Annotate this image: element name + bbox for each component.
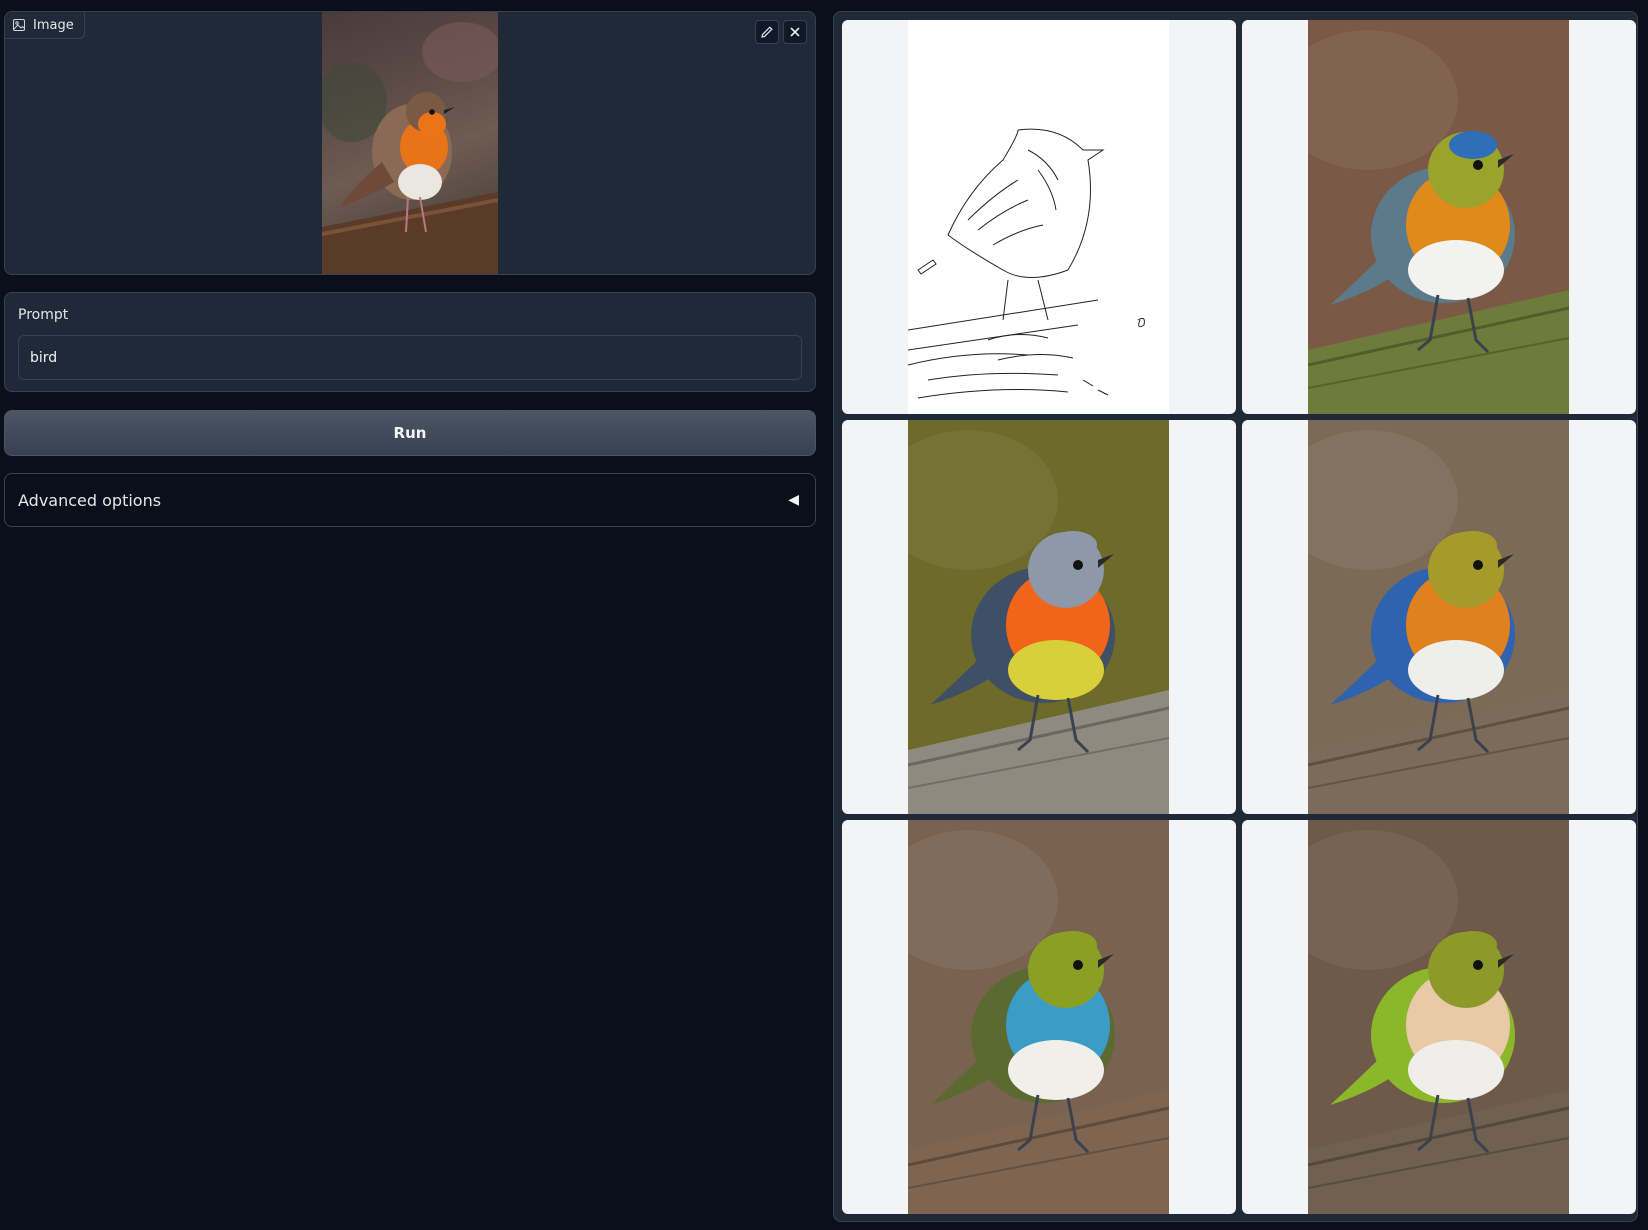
collapse-arrow-icon: ◀ [788, 492, 799, 508]
gallery-generated-image[interactable] [1242, 420, 1636, 814]
output-gallery [833, 11, 1638, 1222]
prompt-block: Prompt [4, 292, 816, 392]
gallery-generated-image[interactable] [1242, 820, 1636, 1214]
gallery-generated-image[interactable] [842, 820, 1236, 1214]
pencil-icon [761, 26, 773, 38]
gallery-generated-image[interactable] [1242, 20, 1636, 414]
gallery-generated-image[interactable] [842, 420, 1236, 814]
advanced-options-accordion[interactable]: Advanced options ◀ [4, 473, 816, 527]
run-button[interactable]: Run [4, 410, 816, 456]
input-photo-robin [322, 12, 498, 274]
close-icon [790, 27, 800, 37]
prompt-input[interactable] [18, 335, 802, 380]
clear-image-button[interactable] [783, 20, 807, 44]
image-label-text: Image [33, 17, 74, 33]
advanced-options-label: Advanced options [18, 490, 162, 510]
image-input-label: Image [5, 12, 85, 39]
image-input-panel[interactable]: Image [4, 11, 816, 275]
edit-image-button[interactable] [755, 20, 779, 44]
prompt-label: Prompt [18, 307, 69, 323]
image-icon [13, 19, 25, 31]
gallery-edge-map[interactable] [842, 20, 1236, 414]
